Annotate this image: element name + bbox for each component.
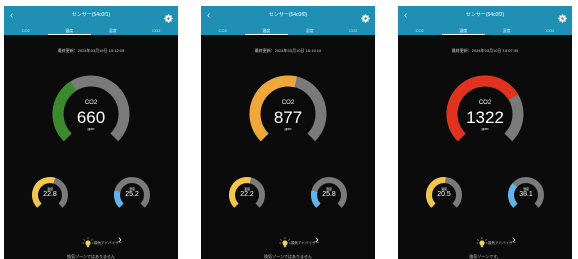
ventilation-status: 換気ゾーンです。 bbox=[469, 254, 501, 259]
temperature-value: 22.8 bbox=[43, 191, 57, 198]
humidity-value: 38.1 bbox=[519, 191, 533, 198]
co2-unit: ppm bbox=[481, 127, 489, 131]
ventilation-status: 換気ゾーンではありません bbox=[67, 254, 115, 259]
gauges bbox=[32, 75, 150, 208]
lightbulb-icon[interactable] bbox=[82, 236, 94, 248]
co2-value: 660 bbox=[76, 108, 106, 127]
sensor-panel: ‹ センサー(54c0f2) CO2 温度 湿度 CO2 最終更新：2024年03月10日 … bbox=[398, 6, 572, 259]
temperature-value: 22.2 bbox=[240, 191, 254, 198]
humidity-value: 25.8 bbox=[322, 191, 336, 198]
co2-value: 1322 bbox=[466, 108, 504, 127]
humidity-value: 25.2 bbox=[125, 191, 139, 198]
temperature-value: 20.5 bbox=[437, 191, 451, 198]
lightbulb-icon[interactable] bbox=[476, 236, 488, 248]
gauges bbox=[426, 75, 544, 208]
lightbulb-icon[interactable] bbox=[279, 236, 291, 248]
co2-unit: ppm bbox=[87, 127, 95, 131]
co2-label: CO2 bbox=[84, 100, 98, 106]
co2-label: CO2 bbox=[478, 100, 492, 106]
sensor-panel: ‹ センサー(54c0f0) CO2 温度 湿度 CO2 最終更新：2024年03月10日 … bbox=[201, 6, 375, 259]
co2-value: 877 bbox=[273, 108, 303, 127]
co2-label: CO2 bbox=[281, 100, 295, 106]
gauges bbox=[228, 75, 347, 208]
sensor-panel: ‹ センサー(54c0f1) CO2 温度 湿度 CO2 最終更新：2024年03月10日 … bbox=[4, 6, 178, 259]
chevron-right-icon[interactable]: › bbox=[315, 235, 319, 246]
chevron-right-icon[interactable]: › bbox=[118, 235, 122, 246]
chevron-right-icon[interactable]: › bbox=[512, 235, 516, 246]
ventilation-status: 換気ゾーンではありません bbox=[264, 254, 312, 259]
co2-unit: ppm bbox=[284, 127, 292, 131]
